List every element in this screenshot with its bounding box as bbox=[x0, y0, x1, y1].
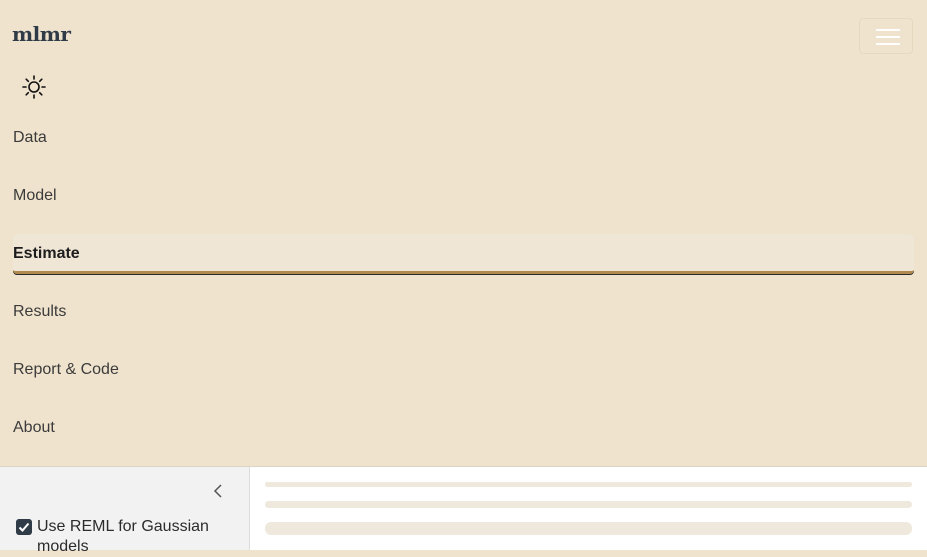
navbar: mlmr Data Model Estimate Results Report … bbox=[0, 0, 927, 466]
hamburger-menu-icon bbox=[876, 29, 900, 31]
reml-option[interactable]: Use REML for Gaussian models bbox=[16, 517, 246, 557]
nav-item-results[interactable]: Results bbox=[13, 292, 914, 332]
checkmark-icon bbox=[18, 522, 30, 532]
sidebar: Use REML for Gaussian models bbox=[0, 467, 250, 555]
sidebar-collapse-button[interactable] bbox=[208, 481, 228, 501]
menu-toggle-button[interactable] bbox=[859, 18, 913, 54]
nav-item-estimate[interactable]: Estimate bbox=[13, 234, 914, 274]
page-body: Use REML for Gaussian models bbox=[0, 466, 927, 555]
loading-placeholder bbox=[265, 501, 912, 508]
loading-placeholder bbox=[265, 522, 912, 535]
reml-label: Use REML for Gaussian models bbox=[37, 518, 209, 555]
loading-placeholder bbox=[265, 482, 912, 487]
nav-item-data[interactable]: Data bbox=[13, 118, 914, 158]
main-content bbox=[250, 467, 927, 550]
theme-toggle-button[interactable] bbox=[20, 74, 48, 100]
nav-item-model[interactable]: Model bbox=[13, 176, 914, 216]
reml-checkbox[interactable] bbox=[16, 519, 32, 535]
nav-item-about[interactable]: About bbox=[13, 408, 914, 448]
chevron-left-icon bbox=[213, 484, 222, 498]
sun-icon bbox=[22, 75, 46, 99]
brand-logo[interactable]: mlmr bbox=[12, 22, 71, 46]
nav-item-report-code[interactable]: Report & Code bbox=[13, 350, 914, 390]
